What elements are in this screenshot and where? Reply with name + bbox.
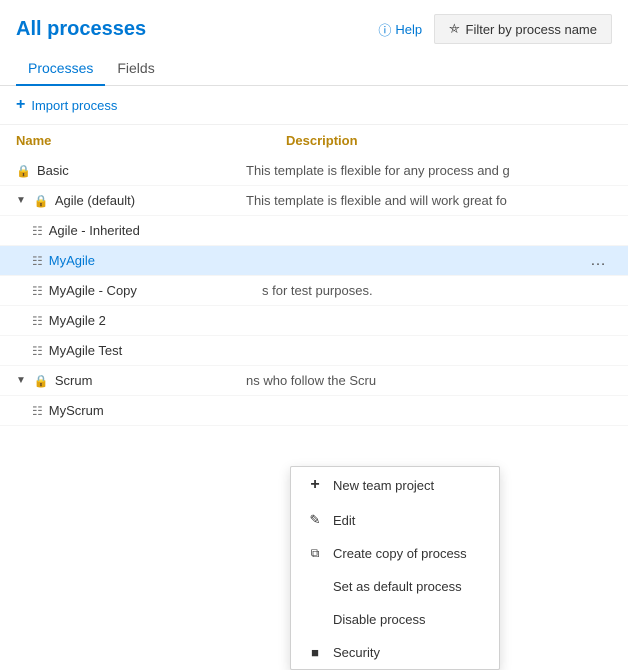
menu-item-disable[interactable]: Disable process <box>291 603 499 636</box>
table-row[interactable]: ☷ Agile - Inherited <box>0 216 628 246</box>
chevron-down-icon: ▼ <box>16 375 26 386</box>
menu-item-new-team-project[interactable]: + New team project <box>291 467 499 503</box>
tab-fields[interactable]: Fields <box>105 52 166 86</box>
page-title: All processes <box>16 18 146 41</box>
col-header-desc: Description <box>286 133 612 148</box>
ellipsis-button[interactable]: … <box>584 250 612 272</box>
process-icon: ☷ <box>32 284 43 298</box>
context-menu: + New team project ✎ Edit ⧉ Create copy … <box>290 466 500 670</box>
menu-label: Set as default process <box>333 579 462 594</box>
filter-button[interactable]: ⛤ Filter by process name <box>434 14 612 44</box>
menu-item-security[interactable]: ■ Security <box>291 636 499 669</box>
process-name-link[interactable]: MyAgile <box>49 253 95 268</box>
process-icon: ☷ <box>32 404 43 418</box>
lock-icon: 🔒 <box>34 374 49 388</box>
table-row[interactable]: ☷ MyAgile 2 <box>0 306 628 336</box>
table-row[interactable]: ☷ MyAgile - Copy s for test purposes. <box>0 276 628 306</box>
menu-label: New team project <box>333 478 434 493</box>
process-icon: ☷ <box>32 254 43 268</box>
lock-icon: 🔒 <box>16 164 31 178</box>
menu-label: Disable process <box>333 612 426 627</box>
table-row[interactable]: 🔒 Basic This template is flexible for an… <box>0 156 628 186</box>
import-bar: + Import process <box>0 86 628 125</box>
process-icon: ☷ <box>32 224 43 238</box>
row-actions: … <box>584 250 612 272</box>
menu-item-set-default[interactable]: Set as default process <box>291 570 499 603</box>
plus-icon: + <box>16 96 25 114</box>
menu-item-edit[interactable]: ✎ Edit <box>291 503 499 537</box>
header-actions: ⓘ Help ⛤ Filter by process name <box>378 14 612 44</box>
menu-item-create-copy[interactable]: ⧉ Create copy of process <box>291 537 499 570</box>
plus-icon: + <box>307 476 323 494</box>
import-process-button[interactable]: + Import process <box>16 96 117 114</box>
page-header: All processes ⓘ Help ⛤ Filter by process… <box>0 0 628 52</box>
shield-icon: ■ <box>307 645 323 660</box>
menu-label: Security <box>333 645 380 660</box>
menu-label: Edit <box>333 513 355 528</box>
help-icon: ⓘ <box>378 20 391 39</box>
copy-icon: ⧉ <box>307 546 323 561</box>
table-row[interactable]: ☷ MyScrum <box>0 396 628 426</box>
process-icon: ☷ <box>32 314 43 328</box>
table-row[interactable]: ☷ MyAgile … <box>0 246 628 276</box>
table-header: Name Description <box>0 125 628 156</box>
table-row[interactable]: ☷ MyAgile Test <box>0 336 628 366</box>
tabs-bar: Processes Fields <box>0 52 628 86</box>
menu-label: Create copy of process <box>333 546 467 561</box>
filter-icon: ⛤ <box>449 21 459 37</box>
edit-icon: ✎ <box>307 512 323 528</box>
table-row[interactable]: ▼ 🔒 Scrum ns who follow the Scru <box>0 366 628 396</box>
table-body: 🔒 Basic This template is flexible for an… <box>0 156 628 426</box>
col-header-name: Name <box>16 133 286 148</box>
chevron-down-icon: ▼ <box>16 195 26 206</box>
lock-icon: 🔒 <box>34 194 49 208</box>
table-row[interactable]: ▼ 🔒 Agile (default) This template is fle… <box>0 186 628 216</box>
process-icon: ☷ <box>32 344 43 358</box>
tab-processes[interactable]: Processes <box>16 52 105 86</box>
help-button[interactable]: ⓘ Help <box>378 20 422 39</box>
